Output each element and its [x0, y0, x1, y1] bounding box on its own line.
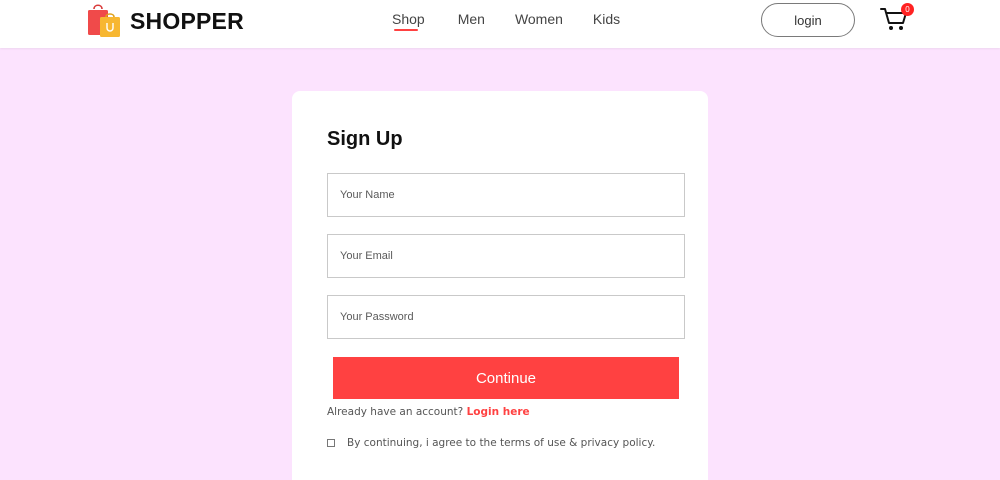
password-field[interactable]	[327, 295, 685, 339]
cart-count-badge: 0	[901, 3, 914, 16]
terms-checkbox[interactable]	[327, 439, 335, 447]
login-prompt-text: Already have an account?	[327, 406, 464, 418]
menu-item-kids[interactable]: Kids	[593, 11, 620, 35]
name-field[interactable]	[327, 173, 685, 217]
login-here-link[interactable]: Login here	[467, 406, 530, 418]
active-underline	[394, 29, 418, 31]
terms-text: By continuing, i agree to the terms of u…	[347, 437, 656, 449]
logo[interactable]: SHOPPER	[86, 3, 244, 39]
signup-title: Sign Up	[327, 128, 403, 150]
email-field[interactable]	[327, 234, 685, 278]
brand-name: SHOPPER	[130, 7, 244, 34]
login-prompt: Already have an account? Login here	[327, 406, 530, 418]
continue-button[interactable]: Continue	[333, 357, 679, 399]
login-button[interactable]: login	[761, 3, 855, 37]
terms-agreement: By continuing, i agree to the terms of u…	[327, 437, 655, 449]
signup-card: Sign Up Continue Already have an account…	[292, 91, 708, 480]
menu-item-label: Kids	[592, 11, 621, 27]
menu-item-shop[interactable]: Shop	[392, 11, 425, 35]
menu-item-women[interactable]: Women	[515, 11, 563, 35]
menu-item-label: Women	[514, 11, 563, 27]
navbar: SHOPPER Shop Men Women Kids login 0	[0, 0, 1000, 48]
menu-item-label: Men	[457, 11, 485, 27]
main-menu: Shop Men Women Kids	[385, 11, 620, 35]
menu-item-men[interactable]: Men	[458, 11, 485, 35]
menu-item-label: Shop	[392, 11, 425, 27]
shopping-bag-icon	[86, 3, 124, 39]
